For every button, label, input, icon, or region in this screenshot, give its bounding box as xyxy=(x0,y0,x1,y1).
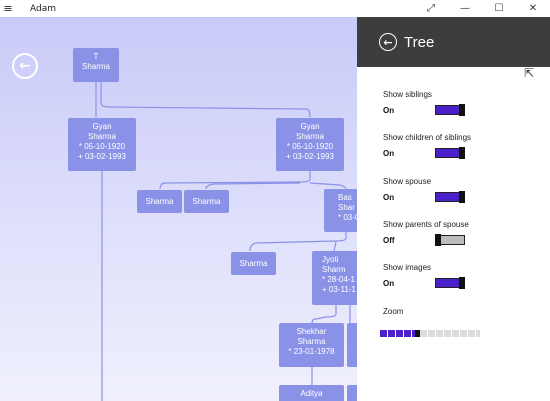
tree-node[interactable]: Jyoti Sharm * 28-04-1 + 03-11-1 xyxy=(312,251,357,305)
show-children-of-siblings-toggle[interactable] xyxy=(435,147,465,159)
toggle-state: On xyxy=(383,192,395,202)
zoom-slider-track xyxy=(420,330,480,337)
minimize-icon[interactable]: — xyxy=(448,0,482,17)
toggle-state: Off xyxy=(383,235,395,245)
show-siblings-toggle[interactable] xyxy=(435,104,465,116)
setting-label: Show parents of spouse xyxy=(383,220,469,229)
expand-icon[interactable]: ⤢ xyxy=(414,0,448,17)
tree-node[interactable]: Aditya xyxy=(279,385,344,401)
connector-line xyxy=(311,305,337,324)
toggle-state: On xyxy=(383,278,395,288)
connector-line xyxy=(205,182,301,190)
setting-show-spouse: Show spouse On xyxy=(383,177,543,203)
back-arrow-icon[interactable]: ← xyxy=(12,53,38,79)
title-bar: ≡ Adam ⤢ — ☐ ✕ xyxy=(0,0,550,17)
zoom-slider[interactable] xyxy=(380,330,480,337)
tree-node[interactable]: Shekhar Sharma * 23-01-1978 xyxy=(279,323,344,367)
zoom-label: Zoom xyxy=(383,307,404,316)
mouse-cursor-icon: ⇱ xyxy=(524,66,535,80)
show-spouse-toggle[interactable] xyxy=(435,191,465,203)
zoom-slider-fill xyxy=(380,330,415,337)
tree-node[interactable]: Sharma xyxy=(231,252,276,275)
toggle-state: On xyxy=(383,105,395,115)
setting-label: Show children of siblings xyxy=(383,133,472,142)
tree-node[interactable]: Sharma xyxy=(137,190,182,213)
show-parents-of-spouse-toggle[interactable] xyxy=(435,234,465,246)
tree-node[interactable]: BasShar * 03-0 xyxy=(324,189,357,232)
tree-canvas[interactable]: ← T Sharma Gyan Sharma * 05-10-1920 + 03-02… xyxy=(0,17,357,401)
hamburger-icon[interactable]: ≡ xyxy=(0,0,16,17)
close-icon[interactable]: ✕ xyxy=(516,0,550,17)
setting-show-children-of-siblings: Show children of siblings On xyxy=(383,133,543,159)
connector-line xyxy=(100,82,311,118)
panel-header: ← Tree xyxy=(357,17,550,67)
back-arrow-icon[interactable]: ← xyxy=(379,33,397,51)
maximize-icon[interactable]: ☐ xyxy=(482,0,516,17)
setting-label: Show spouse xyxy=(383,177,432,186)
show-images-toggle[interactable] xyxy=(435,277,465,289)
toggle-state: On xyxy=(383,148,395,158)
tree-node[interactable] xyxy=(347,385,357,401)
tree-node[interactable]: Sharma xyxy=(184,190,229,213)
setting-label: Show images xyxy=(383,263,432,272)
tree-node[interactable]: Gyan Sharma * 05-10-1920 + 03-02-1993 xyxy=(68,118,136,171)
setting-show-parents-of-spouse: Show parents of spouse Off xyxy=(383,220,543,246)
tree-node[interactable]: Gyan Sharma * 05-10-1920 + 03-02-1993 xyxy=(276,118,344,171)
settings-panel: ← Tree Show siblings On Show children of… xyxy=(357,17,550,401)
window-controls: ⤢ — ☐ ✕ xyxy=(414,0,550,17)
tree-node[interactable] xyxy=(347,323,357,367)
setting-show-images: Show images On xyxy=(383,263,543,289)
connector-line xyxy=(249,232,347,252)
setting-show-siblings: Show siblings On xyxy=(383,90,543,116)
window-title: Adam xyxy=(30,3,56,14)
setting-label: Show siblings xyxy=(383,90,432,99)
panel-title: Tree xyxy=(404,33,435,51)
connector-line xyxy=(159,171,311,190)
tree-node[interactable]: T Sharma xyxy=(73,48,119,82)
connector-line xyxy=(333,241,337,252)
